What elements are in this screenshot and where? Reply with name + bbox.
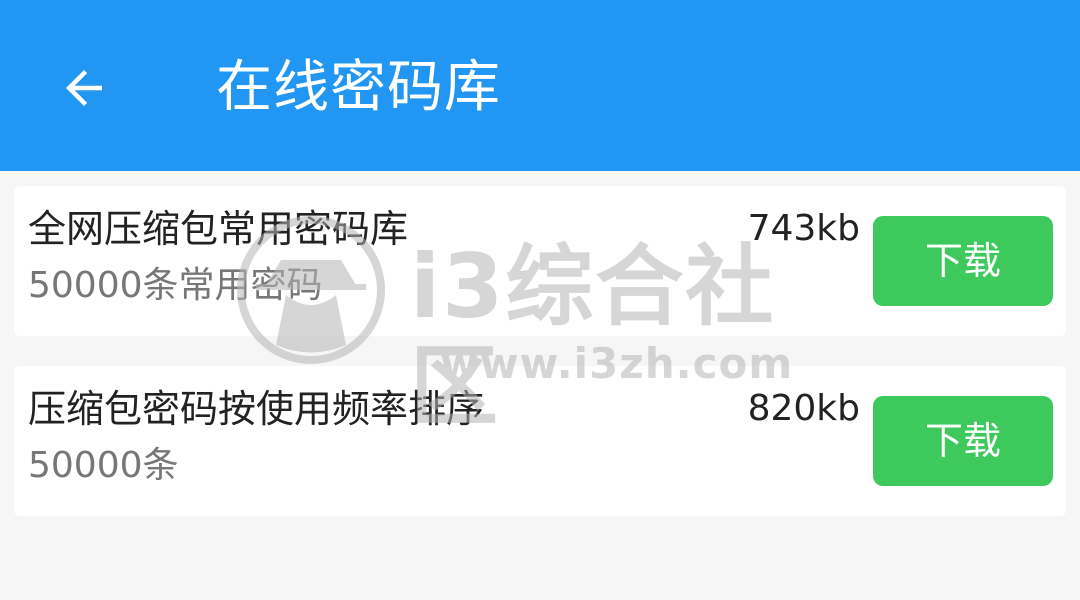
item-name: 全网压缩包常用密码库 xyxy=(28,207,409,251)
item-name: 压缩包密码按使用频率排序 xyxy=(28,387,485,431)
item-description: 50000条 xyxy=(28,445,179,486)
app-bar: 在线密码库 xyxy=(0,0,1080,171)
list-item: 全网压缩包常用密码库 50000条常用密码 743kb 下载 xyxy=(14,186,1066,336)
page-title: 在线密码库 xyxy=(216,55,501,120)
back-button[interactable] xyxy=(54,58,114,118)
download-button[interactable]: 下载 xyxy=(873,216,1053,306)
item-description: 50000条常用密码 xyxy=(28,265,323,306)
list-item: 压缩包密码按使用频率排序 50000条 820kb 下载 xyxy=(14,366,1066,516)
arrow-back-icon xyxy=(66,70,102,106)
item-size: 820kb xyxy=(747,388,860,429)
password-library-list: 全网压缩包常用密码库 50000条常用密码 743kb 下载 压缩包密码按使用频… xyxy=(14,186,1066,546)
item-size: 743kb xyxy=(747,208,860,249)
download-button[interactable]: 下载 xyxy=(873,396,1053,486)
